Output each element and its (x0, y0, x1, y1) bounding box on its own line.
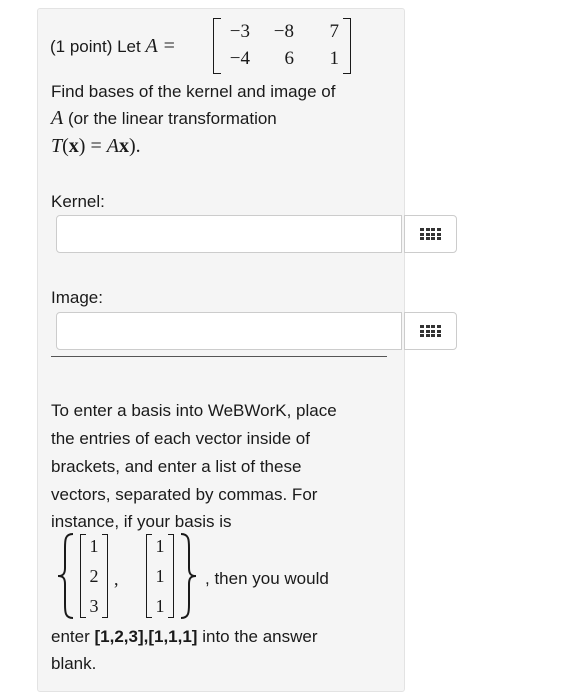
kernel-matrix-button[interactable] (404, 215, 457, 253)
instruction-line: enter [1,2,3],[1,1,1] into the answer (51, 623, 318, 650)
instruction-line: , then you would (205, 569, 329, 588)
text-span: enter (51, 627, 95, 646)
vector-entry: 1 (155, 596, 165, 616)
math-sym: ). (128, 135, 141, 157)
vector-entry: 2 (89, 566, 99, 586)
equals-sign: = (163, 35, 175, 57)
problem-text-line: Find bases of the kernel and image of (51, 82, 336, 101)
divider (51, 356, 387, 357)
matrix-right-bracket (343, 18, 351, 74)
instruction-line: brackets, and enter a list of these (51, 457, 302, 476)
instruction-line: the entries of each vector inside of (51, 429, 310, 448)
problem-text-line: A (or the linear transformation (51, 105, 277, 132)
math-vector: x (68, 135, 79, 157)
math-var: A (51, 107, 64, 129)
kernel-label: Kernel: (51, 192, 105, 211)
matrix-cell: 7 (329, 21, 340, 42)
image-label: Image: (51, 288, 103, 307)
left-brace-icon (57, 533, 74, 619)
right-brace-icon (180, 533, 197, 619)
matrix-cell: −3 (229, 21, 250, 42)
vector-entry: 1 (155, 536, 165, 556)
matrix-cell: −4 (229, 48, 250, 69)
image-matrix-button[interactable] (404, 312, 457, 350)
instruction-line: blank. (51, 654, 97, 673)
math-var: A (106, 135, 119, 157)
instruction-line: vectors, separated by commas. For (51, 485, 318, 504)
example-answer: [1,2,3],[1,1,1] (94, 627, 198, 646)
grid-icon (420, 325, 441, 337)
vector-entry: 3 (89, 596, 99, 616)
vector-separator: , (114, 569, 119, 589)
vector-entry: 1 (155, 566, 165, 586)
text-span: (or the linear transformation (63, 109, 277, 128)
problem-intro: (1 point) Let A = (50, 33, 175, 60)
matrix-cell: −8 (273, 21, 294, 42)
math-sym: ( (62, 135, 69, 157)
math-sym: ) = (78, 135, 107, 157)
matrix-cell: 1 (329, 48, 340, 69)
matrix-cell: 6 (284, 48, 295, 69)
vector-entry: 1 (89, 536, 99, 556)
points-label: (1 point) Let (50, 37, 146, 56)
instruction-line: To enter a basis into WeBWorK, place (51, 401, 337, 420)
example-vector-2: 1 1 1 (146, 534, 174, 618)
image-input[interactable] (56, 312, 402, 350)
math-vector: x (118, 135, 129, 157)
transformation-formula: T(x) = Ax). (51, 133, 141, 160)
math-var: T (51, 135, 63, 157)
matrix-name: A (145, 35, 158, 57)
matrix-A: −3 −8 7 −4 6 1 (213, 18, 351, 74)
kernel-input[interactable] (56, 215, 402, 253)
text-span: into the answer (197, 627, 318, 646)
instruction-line: instance, if your basis is (51, 512, 232, 531)
grid-icon (420, 228, 441, 240)
example-vector-1: 1 2 3 (80, 534, 108, 618)
